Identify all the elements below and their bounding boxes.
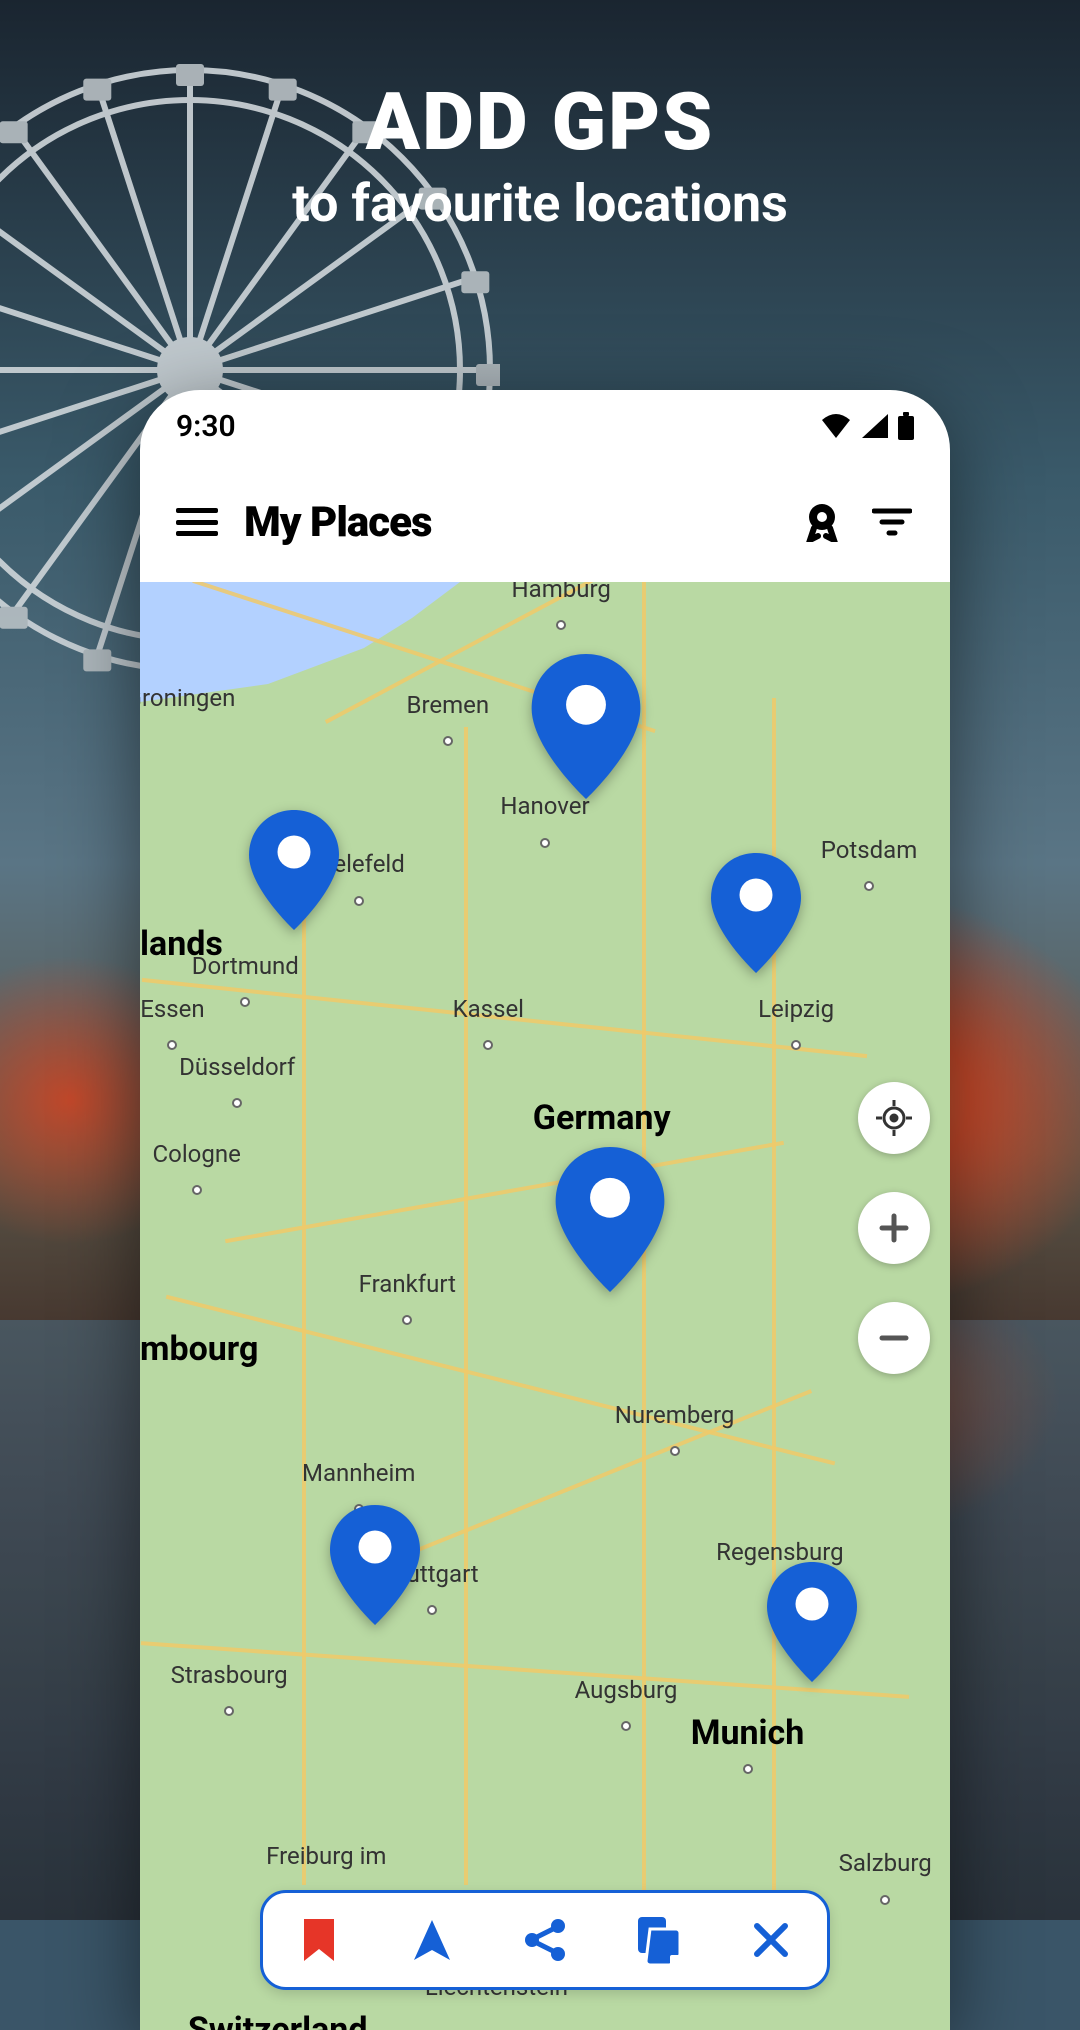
filter-icon[interactable] bbox=[870, 500, 914, 544]
city-marker bbox=[240, 997, 250, 1007]
bookmark-button[interactable] bbox=[291, 1912, 347, 1968]
city-marker bbox=[880, 1895, 890, 1905]
city-marker bbox=[192, 1185, 202, 1195]
status-bar: 9:30 bbox=[140, 390, 950, 462]
city-label: Augsburg bbox=[575, 1676, 678, 1704]
map-pin[interactable] bbox=[555, 1147, 665, 1292]
share-button[interactable] bbox=[517, 1912, 573, 1968]
city-label: Cologne bbox=[153, 1140, 241, 1168]
map-pin[interactable] bbox=[711, 853, 801, 973]
city-label: Freiburg im bbox=[266, 1842, 386, 1870]
city-marker bbox=[791, 1040, 801, 1050]
map-pin[interactable] bbox=[249, 810, 339, 930]
zoom-in-button[interactable] bbox=[858, 1192, 930, 1264]
city-marker bbox=[540, 838, 550, 848]
city-label: Bremen bbox=[406, 691, 489, 719]
city-marker bbox=[354, 896, 364, 906]
city-label: Salzburg bbox=[839, 1849, 932, 1877]
city-marker bbox=[402, 1315, 412, 1325]
city-label: Strasbourg bbox=[171, 1661, 288, 1689]
promo-headline: ADD GPS to favourite locations bbox=[0, 75, 1080, 234]
city-marker bbox=[556, 620, 566, 630]
city-marker bbox=[621, 1721, 631, 1731]
menu-button[interactable] bbox=[176, 508, 218, 536]
signal-icon bbox=[862, 414, 888, 438]
close-button[interactable] bbox=[743, 1912, 799, 1968]
status-icons bbox=[820, 412, 914, 440]
action-bar bbox=[260, 1890, 830, 1990]
edge-label: mbourg bbox=[140, 1329, 258, 1369]
city-label: Potsdam bbox=[821, 836, 918, 864]
city-marker bbox=[443, 736, 453, 746]
city-label: Hamburg bbox=[512, 582, 611, 603]
status-time: 9:30 bbox=[176, 409, 236, 444]
city-label: Frankfurt bbox=[359, 1270, 456, 1298]
city-label: Mannheim bbox=[302, 1459, 415, 1487]
app-bar: My Places bbox=[140, 462, 950, 582]
city-label: Kassel bbox=[453, 995, 524, 1023]
city-marker bbox=[224, 1706, 234, 1716]
navigate-button[interactable] bbox=[404, 1912, 460, 1968]
edge-label: lands bbox=[140, 924, 223, 964]
map-pin[interactable] bbox=[767, 1562, 857, 1682]
app-title: My Places bbox=[244, 498, 774, 547]
city-marker bbox=[167, 1040, 177, 1050]
city-label: Munich bbox=[691, 1713, 805, 1753]
city-marker bbox=[670, 1446, 680, 1456]
city-marker bbox=[232, 1098, 242, 1108]
locate-me-button[interactable] bbox=[858, 1082, 930, 1154]
city-label: Essen bbox=[140, 995, 204, 1023]
city-label: Nuremberg bbox=[615, 1401, 735, 1429]
city-marker bbox=[483, 1040, 493, 1050]
promo-line1: ADD GPS bbox=[0, 75, 1080, 169]
city-label: Switzerland bbox=[188, 2010, 368, 2030]
battery-icon bbox=[898, 412, 914, 440]
award-icon[interactable] bbox=[800, 500, 844, 544]
city-label: Düsseldorf bbox=[179, 1053, 295, 1081]
map-view[interactable]: HamburgGroningenBremenHanoverBielefeldPo… bbox=[140, 582, 950, 2030]
city-marker bbox=[864, 881, 874, 891]
zoom-out-button[interactable] bbox=[858, 1302, 930, 1374]
map-pin[interactable] bbox=[330, 1505, 420, 1625]
copy-button[interactable] bbox=[630, 1912, 686, 1968]
phone-frame: 9:30 My Places HamburgGroningenBremenHan… bbox=[140, 390, 950, 2030]
wifi-icon bbox=[820, 414, 852, 438]
city-label: Groningen bbox=[140, 684, 235, 712]
promo-line2: to favourite locations bbox=[0, 173, 1080, 234]
map-country-label: Germany bbox=[533, 1098, 671, 1138]
city-label: Leipzig bbox=[758, 995, 834, 1023]
map-pin[interactable] bbox=[531, 654, 641, 799]
city-marker bbox=[743, 1764, 753, 1774]
city-marker bbox=[427, 1605, 437, 1615]
